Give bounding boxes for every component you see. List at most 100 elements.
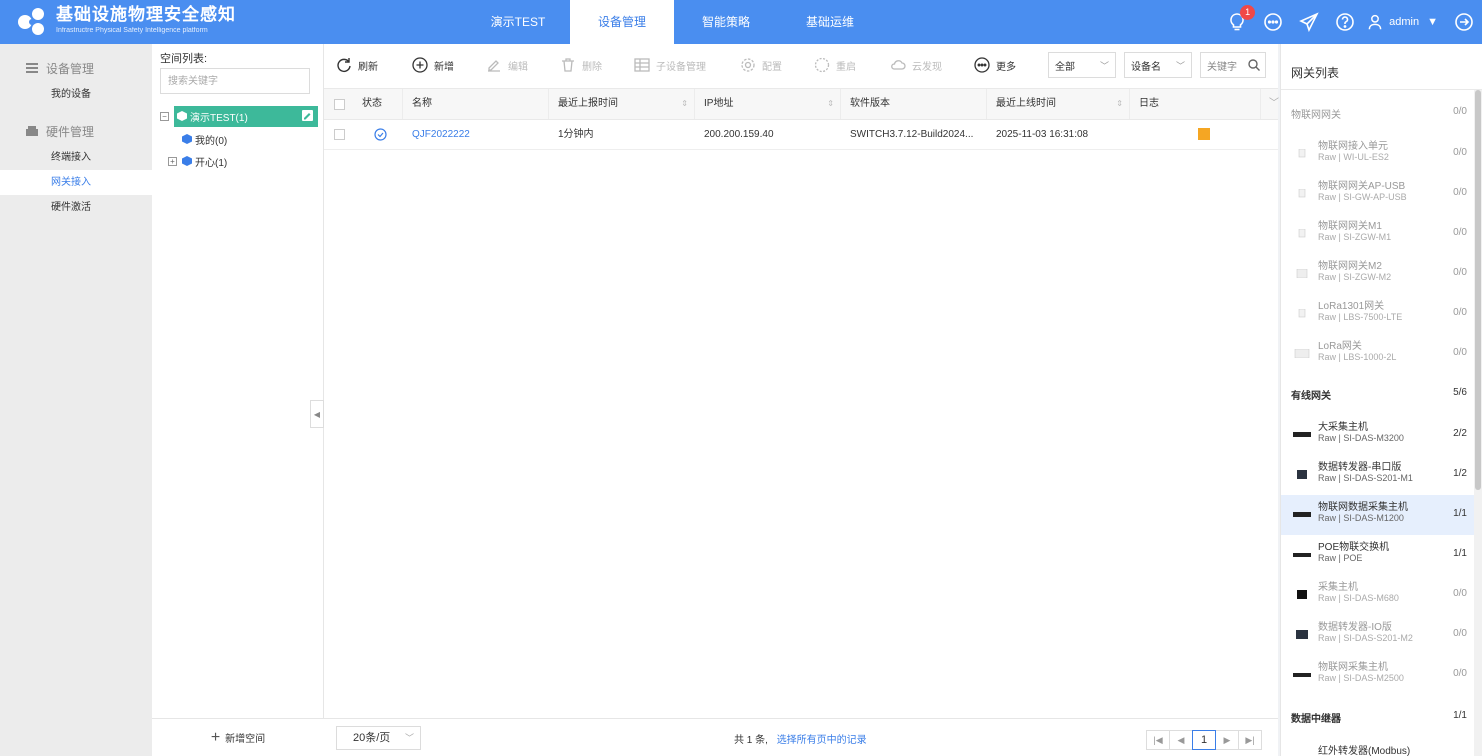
edit-icon[interactable] xyxy=(302,109,313,121)
sidebar-group-hardware[interactable]: 硬件管理 xyxy=(0,117,152,145)
sort-icon[interactable]: ⇕ xyxy=(1116,89,1123,119)
user-menu[interactable]: admin ▼ xyxy=(1367,14,1438,30)
gateway-category-wired[interactable]: 有线网关 5/6 xyxy=(1291,387,1467,405)
edit-button[interactable]: 编辑 xyxy=(486,54,528,76)
last-page-button[interactable]: ▶| xyxy=(1238,730,1262,750)
gateway-item-partial[interactable]: 红外转发器(Modbus) xyxy=(1281,736,1475,756)
gateway-item[interactable]: 物联网采集主机 Raw | SI-DAS-M2500 0/0 xyxy=(1281,655,1475,695)
message-icon[interactable] xyxy=(1263,12,1283,32)
gateway-item-selected[interactable]: 物联网数据采集主机 Raw | SI-DAS-M1200 1/1 xyxy=(1281,495,1475,535)
list-icon xyxy=(26,63,38,73)
online-status-icon xyxy=(374,128,387,141)
filter-field-select[interactable]: 设备名 ﹀ xyxy=(1124,52,1192,78)
gateway-item[interactable]: 采集主机 Raw | SI-DAS-M680 0/0 xyxy=(1281,575,1475,615)
gateway-item[interactable]: 物联网网关M1 Raw | SI-ZGW-M1 0/0 xyxy=(1281,214,1475,254)
refresh-icon xyxy=(337,58,351,72)
refresh-button[interactable]: 刷新 xyxy=(336,54,378,76)
gateway-item[interactable]: 数据转发器-IO版 Raw | SI-DAS-S201-M2 0/0 xyxy=(1281,615,1475,655)
tree-node-happy[interactable]: + 开心(1) xyxy=(168,151,227,171)
space-list-title: 空间列表: xyxy=(160,53,208,65)
page-size-select[interactable]: 20条/页 ﹀ xyxy=(336,726,421,750)
next-page-button[interactable]: ▶ xyxy=(1215,730,1239,750)
cloud-icon xyxy=(891,60,906,70)
select-all-checkbox[interactable] xyxy=(334,99,345,110)
space-search-input[interactable] xyxy=(160,68,310,94)
chevron-down-icon: ▼ xyxy=(1427,16,1438,28)
sidebar-item-terminal-access[interactable]: 终端接入 xyxy=(0,145,152,170)
col-status[interactable]: 状态 xyxy=(354,89,403,119)
gateway-item[interactable]: LoRa1301网关 Raw | LBS-7500-LTE 0/0 xyxy=(1281,294,1475,334)
current-page[interactable]: 1 xyxy=(1192,730,1216,750)
sidebar-item-my-devices[interactable]: 我的设备 xyxy=(0,82,152,107)
restart-icon xyxy=(814,57,830,73)
device-icon xyxy=(1298,309,1306,318)
col-last-online[interactable]: 最近上线时间 ⇕ xyxy=(988,89,1130,119)
column-menu-icon[interactable]: ﹀ xyxy=(1261,89,1279,119)
tree-node-mine[interactable]: 我的(0) xyxy=(182,129,227,149)
row-checkbox[interactable] xyxy=(334,129,345,140)
sidebar-item-hardware-activation[interactable]: 硬件激活 xyxy=(0,195,152,220)
add-button[interactable]: 新增 xyxy=(412,54,454,76)
sort-icon[interactable]: ⇕ xyxy=(827,89,834,119)
gateway-item[interactable]: LoRa网关 Raw | LBS-1000-2L 0/0 xyxy=(1281,334,1475,374)
col-log[interactable]: 日志 xyxy=(1131,89,1261,119)
search-icon[interactable] xyxy=(1248,59,1260,71)
gateway-item[interactable]: POE物联交换机 Raw | POE 1/1 xyxy=(1281,535,1475,575)
col-name[interactable]: 名称 xyxy=(404,89,549,119)
edit-icon xyxy=(488,60,500,72)
tree-node-root[interactable]: − 演示TEST(1) xyxy=(160,105,318,127)
gateway-category-relay[interactable]: 数据中继器 1/1 xyxy=(1291,710,1467,728)
collapse-icon[interactable]: − xyxy=(160,111,169,121)
sub-device-button[interactable]: 子设备管理 xyxy=(634,54,706,76)
col-version[interactable]: 软件版本 xyxy=(842,89,987,119)
expand-icon[interactable]: + xyxy=(168,156,177,166)
config-button[interactable]: 配置 xyxy=(740,54,782,76)
scrollbar-thumb[interactable] xyxy=(1475,90,1481,490)
notification-badge: 1 xyxy=(1240,5,1256,20)
gateway-item[interactable]: 物联网网关M2 Raw | SI-ZGW-M2 0/0 xyxy=(1281,254,1475,294)
cell-version: SWITCH3.7.12-Build2024... xyxy=(850,129,974,140)
tab-smart-strategy[interactable]: 智能策略 xyxy=(674,0,778,44)
plus-circle-icon xyxy=(412,57,428,73)
table-row[interactable]: QJF2022222 1分钟内 200.200.159.40 SWITCH3.7… xyxy=(324,120,1278,150)
send-icon[interactable] xyxy=(1299,12,1319,32)
first-page-button[interactable]: |◀ xyxy=(1146,730,1170,750)
tab-device-management[interactable]: 设备管理 xyxy=(570,0,674,44)
logout-icon[interactable] xyxy=(1454,12,1474,32)
tab-demo[interactable]: 演示TEST xyxy=(466,0,570,44)
cloud-discover-button[interactable]: 云发现 xyxy=(890,54,942,76)
table-header: 状态 名称 最近上报时间 ⇕ IP地址 ⇕ 软件版本 最近上线时间 ⇕ 日志 ﹀ xyxy=(324,88,1279,120)
notification-bulb-icon[interactable]: 1 xyxy=(1227,5,1256,32)
add-space-button[interactable]: + 新增空间 xyxy=(152,718,324,756)
sidebar-group-device[interactable]: 设备管理 xyxy=(0,54,152,82)
device-name-link[interactable]: QJF2022222 xyxy=(404,120,549,149)
restart-button[interactable]: 重启 xyxy=(814,54,856,76)
gateway-item[interactable]: 数据转发器-串口版 Raw | SI-DAS-S201-M1 1/2 xyxy=(1281,455,1475,495)
sort-icon[interactable]: ⇕ xyxy=(681,89,688,119)
sidebar-item-gateway-access[interactable]: 网关接入 xyxy=(0,170,152,195)
gateway-scrollbar[interactable] xyxy=(1474,90,1482,756)
gateway-item[interactable]: 物联网网关AP-USB Raw | SI-GW-AP-USB 0/0 xyxy=(1281,174,1475,214)
cell-last-online: 2025-11-03 16:31:08 xyxy=(996,129,1089,140)
app-logo[interactable]: 基础设施物理安全感知 Infrastructre Physical Safety… xyxy=(16,5,236,36)
device-icon xyxy=(1297,470,1307,479)
panel-collapse-handle[interactable]: ◀ xyxy=(310,400,324,428)
delete-button[interactable]: 删除 xyxy=(560,54,602,76)
chevron-down-icon: ﹀ xyxy=(1175,61,1185,71)
prev-page-button[interactable]: ◀ xyxy=(1169,730,1193,750)
page-nav: |◀ ◀ 1 ▶ ▶| xyxy=(1146,730,1262,750)
more-button[interactable]: 更多 xyxy=(974,54,1016,76)
gateway-category-iot[interactable]: 物联网网关 0/0 xyxy=(1291,106,1467,124)
toolbar: 刷新 新增 编辑 删除 子设备管理 配置 重启 云发现 更多 全部 ﹀ 设备名 … xyxy=(324,44,1278,86)
filter-scope-select[interactable]: 全部 ﹀ xyxy=(1048,52,1116,78)
cube-icon xyxy=(182,134,192,144)
col-ip[interactable]: IP地址 ⇕ xyxy=(696,89,841,119)
keyword-search-input[interactable]: 关键字 xyxy=(1200,52,1266,78)
gateway-item[interactable]: 物联网接入单元 Raw | WI-UL-ES2 0/0 xyxy=(1281,134,1475,174)
gateway-item[interactable]: 大采集主机 Raw | SI-DAS-M3200 2/2 xyxy=(1281,415,1475,455)
select-all-pages-link[interactable]: 选择所有页中的记录 xyxy=(777,735,867,746)
log-icon[interactable] xyxy=(1198,128,1210,140)
help-icon[interactable] xyxy=(1335,12,1355,32)
col-last-report[interactable]: 最近上报时间 ⇕ xyxy=(550,89,695,119)
tab-basic-ops[interactable]: 基础运维 xyxy=(778,0,882,44)
